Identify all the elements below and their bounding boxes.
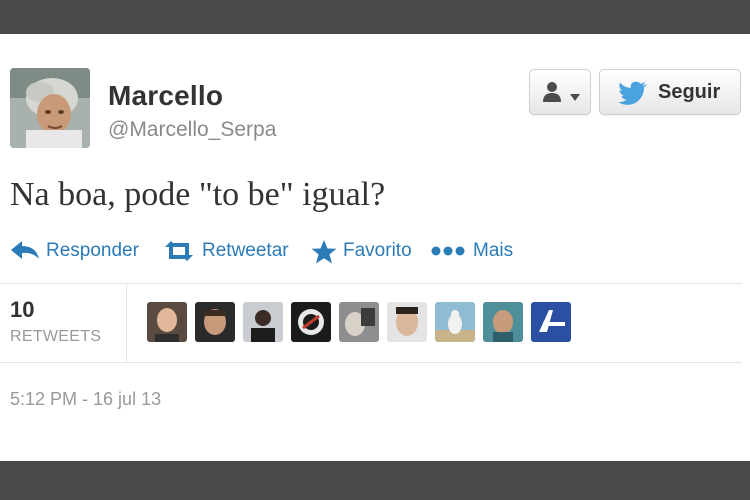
top-frame-bar [0, 0, 750, 34]
retweeter-avatar[interactable] [435, 302, 475, 342]
user-icon [542, 81, 566, 108]
tweet-timestamp[interactable]: 5:12 PM - 16 jul 13 [10, 389, 161, 410]
retweeter-avatar[interactable] [387, 302, 427, 342]
retweet-label: Retweetar [202, 240, 289, 261]
reply-arrow-icon [11, 241, 39, 259]
retweeter-avatar[interactable] [195, 302, 235, 342]
twitter-bird-icon [618, 81, 648, 110]
divider [0, 283, 742, 284]
follow-label: Seguir [658, 81, 721, 103]
star-icon [311, 240, 337, 264]
profile-photo [10, 68, 90, 148]
bottom-frame-bar [0, 461, 750, 500]
caret-down-icon [570, 88, 580, 106]
favorite-label: Favorito [343, 240, 412, 261]
retweeter-avatar[interactable] [531, 302, 571, 342]
user-display-name[interactable]: Marcello [108, 80, 223, 112]
retweeter-avatar[interactable] [243, 302, 283, 342]
retweeter-avatar[interactable] [291, 302, 331, 342]
ellipsis-icon [431, 246, 465, 256]
user-actions-dropdown-button[interactable] [529, 69, 591, 115]
divider [0, 362, 742, 363]
profile-avatar[interactable] [10, 68, 90, 148]
user-handle[interactable]: @Marcello_Serpa [108, 118, 276, 142]
more-label: Mais [473, 240, 514, 261]
reply-label: Responder [46, 240, 139, 261]
tweet-text: Na boa, pode "to be" igual? [10, 176, 386, 213]
retweeter-avatar[interactable] [483, 302, 523, 342]
retweet-icon [165, 241, 193, 261]
retweet-count[interactable]: 10 [10, 297, 34, 323]
stats-divider [126, 284, 127, 362]
retweeter-avatar[interactable] [339, 302, 379, 342]
follow-button[interactable]: Seguir [599, 69, 741, 115]
retweet-count-label: RETWEETS [10, 328, 102, 345]
retweeter-avatar[interactable] [147, 302, 187, 342]
